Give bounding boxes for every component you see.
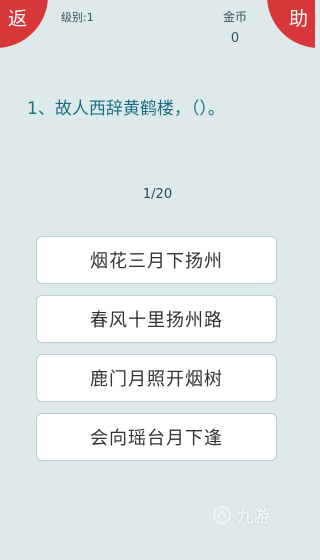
- watermark-text: 九游: [236, 507, 270, 527]
- help-button[interactable]: 助: [267, 0, 315, 48]
- back-label: 返: [8, 8, 28, 30]
- answer-option-1[interactable]: 烟花三月下扬州: [36, 236, 277, 284]
- answer-option-3[interactable]: 鹿门月照开烟树: [36, 354, 277, 402]
- help-label: 助: [288, 8, 308, 30]
- back-button[interactable]: 返: [0, 0, 48, 48]
- watermark-logo-icon: [212, 505, 232, 524]
- answer-option-4[interactable]: 会向瑶台月下逢: [36, 413, 277, 461]
- question-text: 1、故人西辞黄鹤楼，（）。: [27, 99, 225, 119]
- coins-value: 0: [230, 31, 240, 46]
- level-indicator: 级别:1: [61, 11, 94, 24]
- quiz-screen: 返 级别:1 金币 0 助 1、故人西辞黄鹤楼，（）。 1/20 烟花三月下扬州…: [0, 0, 315, 560]
- watermark: 九游: [212, 502, 270, 527]
- answer-option-2[interactable]: 春风十里扬州路: [36, 295, 277, 343]
- question-progress: 1/20: [142, 187, 173, 202]
- coin-counter: 金币 0: [205, 9, 265, 47]
- coins-label: 金币: [222, 10, 247, 24]
- answer-options: 烟花三月下扬州 春风十里扬州路 鹿门月照开烟树 会向瑶台月下逢: [36, 236, 277, 472]
